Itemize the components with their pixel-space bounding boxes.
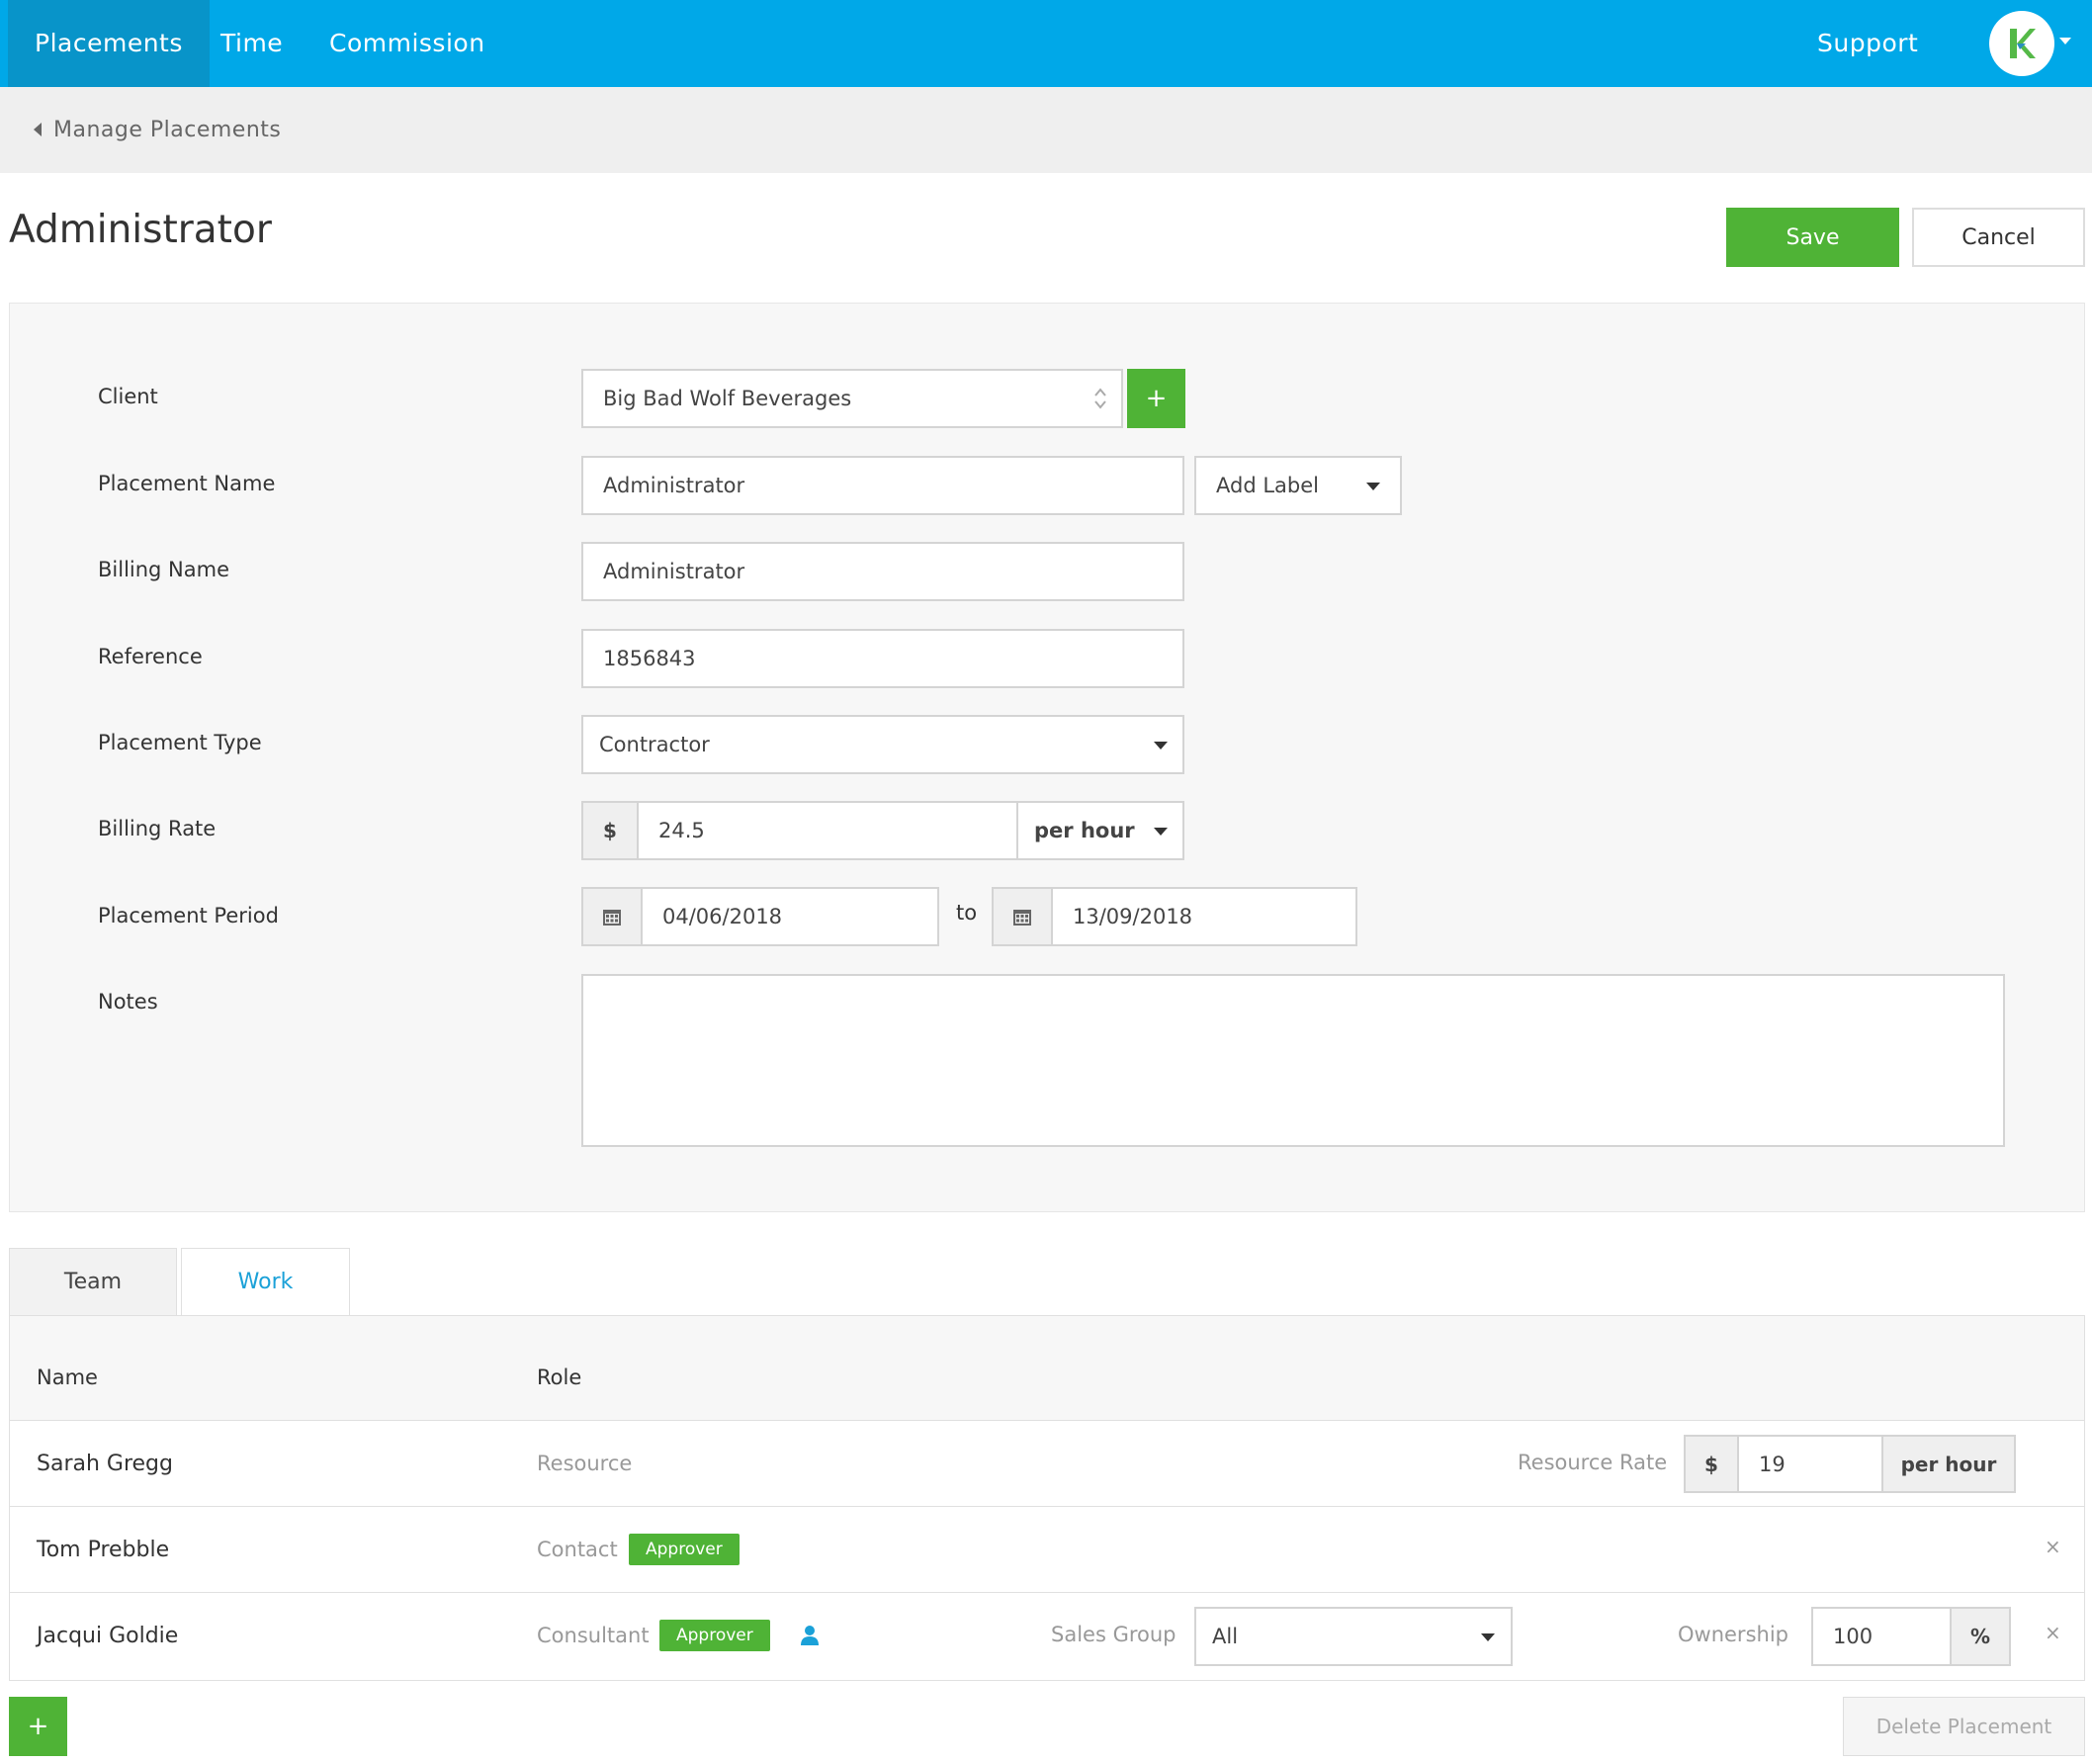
placement-name-input[interactable]: Administrator — [581, 456, 1184, 515]
billing-rate-unit-select[interactable]: per hour — [1016, 801, 1184, 860]
end-date-calendar[interactable] — [992, 887, 1053, 946]
add-label-text: Add Label — [1216, 474, 1319, 497]
approver-badge: Approver — [659, 1620, 770, 1651]
table-row: Sarah Gregg Resource Resource Rate $ 19 … — [10, 1421, 2084, 1507]
tab-work[interactable]: Work — [181, 1248, 350, 1315]
resource-rate-unit: per hour — [1881, 1435, 2016, 1493]
user-icon[interactable] — [800, 1625, 820, 1646]
member-name: Tom Prebble — [37, 1538, 170, 1562]
breadcrumb-manage-placements[interactable]: Manage Placements — [53, 87, 281, 173]
billing-rate-unit: per hour — [1034, 819, 1135, 842]
column-header-role: Role — [537, 1366, 582, 1389]
caret-down-icon — [1366, 483, 1380, 490]
user-menu-caret-icon[interactable] — [2059, 38, 2071, 44]
period-to-label: to — [956, 901, 978, 925]
nav-commission[interactable]: Commission — [303, 0, 512, 87]
table-header: Name Role — [10, 1316, 2084, 1421]
resource-rate-label: Resource Rate — [1518, 1451, 1668, 1474]
billing-name-input[interactable]: Administrator — [581, 542, 1184, 601]
ownership-input[interactable]: 100 — [1811, 1607, 1952, 1666]
notes-label: Notes — [98, 990, 158, 1014]
delete-placement-button[interactable]: Delete Placement — [1843, 1697, 2085, 1756]
start-date-input[interactable]: 04/06/2018 — [641, 887, 939, 946]
billing-name-label: Billing Name — [98, 558, 230, 581]
member-name: Sarah Gregg — [37, 1452, 173, 1476]
placement-type-value: Contractor — [599, 733, 710, 756]
add-client-button[interactable]: + — [1127, 369, 1185, 428]
member-role: Consultant — [537, 1624, 650, 1647]
placement-period-label: Placement Period — [98, 904, 279, 927]
notes-textarea[interactable] — [581, 974, 2005, 1147]
calendar-icon — [1013, 910, 1031, 926]
percent-addon: % — [1950, 1607, 2011, 1666]
sales-group-label: Sales Group — [1051, 1623, 1177, 1646]
client-value: Big Bad Wolf Beverages — [603, 387, 852, 410]
sales-group-select[interactable]: All — [1194, 1607, 1513, 1666]
top-nav: Placements Time Commission Support — [0, 0, 2092, 87]
caret-down-icon — [1154, 828, 1168, 836]
nav-time[interactable]: Time — [194, 0, 309, 87]
member-role: Contact — [537, 1538, 618, 1561]
cancel-button[interactable]: Cancel — [1912, 208, 2085, 267]
nav-support[interactable]: Support — [1817, 0, 1918, 87]
currency-addon: $ — [1684, 1435, 1739, 1493]
ownership-label: Ownership — [1678, 1623, 1788, 1646]
placement-type-select[interactable]: Contractor — [581, 715, 1184, 774]
start-date-calendar[interactable] — [581, 887, 643, 946]
client-select[interactable]: Big Bad Wolf Beverages — [581, 369, 1123, 428]
close-icon[interactable]: × — [2045, 1621, 2061, 1644]
close-icon[interactable]: × — [2045, 1535, 2061, 1558]
approver-badge: Approver — [629, 1534, 740, 1565]
end-date-input[interactable]: 13/09/2018 — [1051, 887, 1357, 946]
sort-updown-icon — [1094, 388, 1106, 409]
placement-name-label: Placement Name — [98, 472, 276, 495]
add-label-dropdown[interactable]: Add Label — [1194, 456, 1402, 515]
nav-placements[interactable]: Placements — [8, 0, 210, 87]
tab-team[interactable]: Team — [9, 1248, 177, 1315]
save-button[interactable]: Save — [1726, 208, 1899, 267]
user-avatar[interactable] — [1989, 11, 2054, 76]
reference-input[interactable]: 1856843 — [581, 629, 1184, 688]
currency-addon: $ — [581, 801, 639, 860]
team-table: Name Role Sarah Gregg Resource Resource … — [9, 1315, 2085, 1681]
table-row: Jacqui Goldie Consultant Approver Sales … — [10, 1593, 2084, 1679]
calendar-icon — [603, 910, 621, 926]
caret-down-icon — [1481, 1633, 1495, 1641]
column-header-name: Name — [37, 1366, 98, 1389]
chevron-left-icon[interactable] — [34, 123, 42, 136]
resource-rate-input[interactable]: 19 — [1737, 1435, 1883, 1493]
caret-down-icon — [1154, 742, 1168, 750]
brand-logo-icon — [2010, 29, 2036, 58]
member-role: Resource — [537, 1452, 633, 1475]
sales-group-value: All — [1212, 1625, 1239, 1648]
page-title: Administrator — [9, 208, 272, 252]
breadcrumb: Manage Placements — [0, 87, 2092, 173]
billing-rate-label: Billing Rate — [98, 817, 217, 840]
table-row: Tom Prebble Contact Approver × — [10, 1507, 2084, 1593]
placement-type-label: Placement Type — [98, 731, 262, 754]
placement-form: Client Big Bad Wolf Beverages + Placemen… — [9, 303, 2085, 1212]
billing-rate-input[interactable]: 24.5 — [637, 801, 1018, 860]
client-label: Client — [98, 385, 158, 408]
add-team-member-button[interactable]: + — [9, 1697, 67, 1756]
reference-label: Reference — [98, 645, 203, 668]
member-name: Jacqui Goldie — [37, 1624, 179, 1648]
